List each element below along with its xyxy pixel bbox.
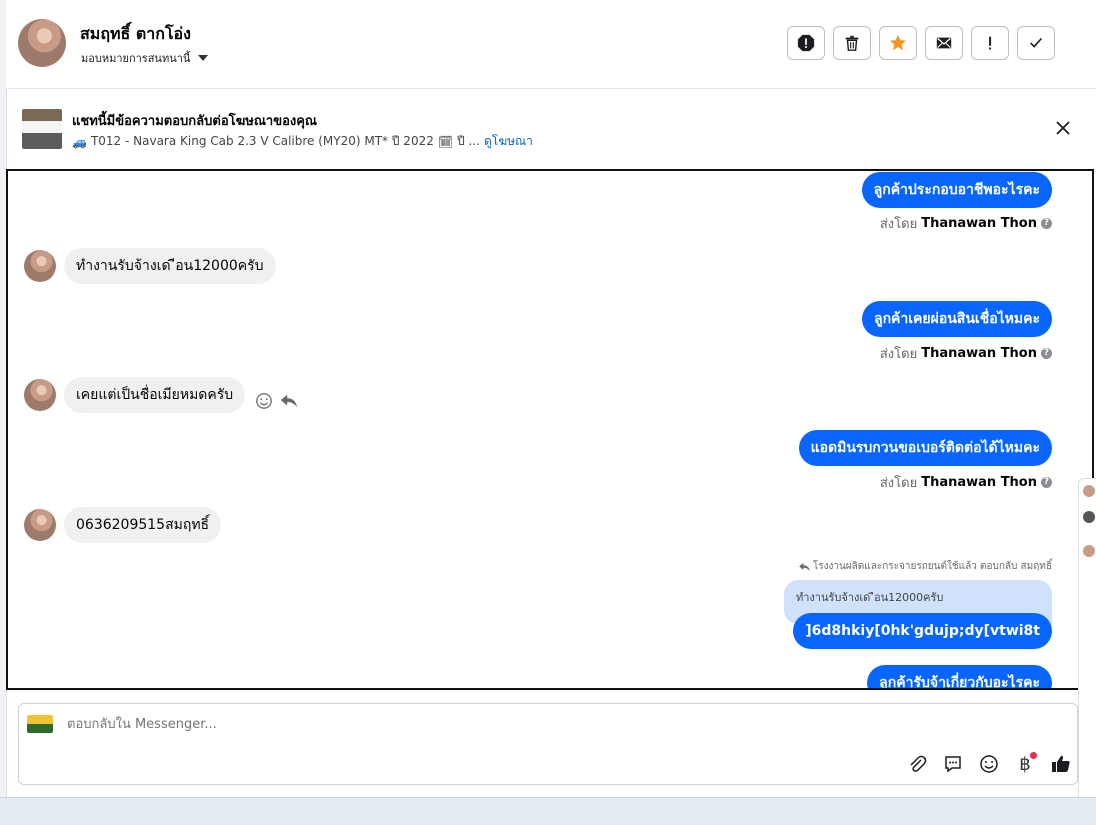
check-icon [1030,37,1043,48]
attach-button[interactable] [905,752,929,776]
contact-name[interactable]: สมฤทธิ์ ตากโอ่ง [80,22,191,47]
emoji-icon [980,755,998,773]
view-ad-link[interactable]: ดูโฆษณา [484,132,533,151]
incoming-message[interactable]: ทำงานรับจ้างเด ือน12000ครับ [64,248,276,284]
contact-avatar[interactable] [18,19,66,67]
message-hover-actions [255,392,299,410]
assign-label: มอบหมายการสนทนานี้ [81,52,191,65]
sent-by-name: Thanawan Thon [921,216,1037,231]
star-icon [889,34,907,51]
like-button[interactable] [1049,752,1073,776]
mark-unread-button[interactable] [925,26,963,60]
chevron-down-icon [198,55,209,61]
incoming-message-row: เคยแต่เป็นชื่อเมียหมดครับ [24,377,299,413]
contact-avatar-small [24,509,56,541]
calendar-emoji-icon: 🗓 [437,134,454,149]
side-avatar[interactable] [1083,485,1095,497]
saved-replies-button[interactable] [941,752,965,776]
close-icon[interactable] [1053,118,1073,138]
thumbs-up-icon [1052,755,1070,772]
header-actions [787,26,1055,60]
reply-input[interactable] [65,716,969,733]
incoming-message[interactable]: เคยแต่เป็นชื่อเมียหมดครับ [64,377,246,413]
mail-icon [936,37,952,49]
exclamation-icon [989,36,992,50]
spam-icon [797,34,815,52]
reply-context-text: โรงงานผลิตและกระจายรถยนต์ใช้แล้ว ตอบกลับ… [812,561,1052,572]
ad-product-text: T012 - Navara King Cab 2.3 V Calibre (MY… [90,134,434,148]
message-thread[interactable]: ลูกค้าประกอบอาชีพอะไรคะ ส่งโดย Thanawan … [6,169,1094,690]
reply-icon[interactable] [279,392,299,410]
sent-by-prefix: ส่งโดย [879,476,918,491]
help-icon[interactable]: ? [1041,218,1052,229]
contact-avatar-small [24,250,56,282]
delete-button[interactable] [833,26,871,60]
outgoing-message[interactable]: แอดมินรบกวนขอเบอร์ติดต่อได้ไหมคะ [798,430,1052,466]
payment-button[interactable]: ฿ [1013,752,1037,776]
emoji-button[interactable] [977,752,1001,776]
ad-thumbnail[interactable] [22,109,62,149]
help-icon[interactable]: ? [1041,477,1052,488]
follow-up-button[interactable] [971,26,1009,60]
sent-by-info: ส่งโดย Thanawan Thon ? [880,343,1052,364]
composer-toolbar: ฿ [905,752,1073,776]
ad-context-subtitle: 🚙 T012 - Navara King Cab 2.3 V Calibre (… [72,132,533,151]
ad-ellipsis: ปี ... [457,134,480,148]
chat-bubble-icon [945,756,961,773]
side-avatar[interactable] [1083,511,1095,523]
outgoing-message[interactable]: ลูกค้ารับจ้าเกี่ยวกับอะไรคะ [867,665,1052,688]
sent-by-info: ส่งโดย Thanawan Thon ? [880,213,1052,234]
page-logo [27,715,53,733]
reply-context: โรงงานผลิตและกระจายรถยนต์ใช้แล้ว ตอบกลับ… [798,559,1052,574]
side-panel-collapsed[interactable] [1078,478,1096,810]
mark-spam-button[interactable] [787,26,825,60]
react-emoji-icon[interactable] [255,392,273,410]
assign-conversation-dropdown[interactable]: มอบหมายการสนทนานี้ [81,49,209,67]
trash-icon [845,35,859,51]
help-icon[interactable]: ? [1041,348,1052,359]
notification-dot [1030,752,1037,759]
sent-by-prefix: ส่งโดย [879,347,918,362]
car-emoji-icon: 🚙 [72,134,87,149]
sent-by-name: Thanawan Thon [921,346,1037,361]
incoming-message-row: 0636209515สมฤทธิ์ [24,507,222,543]
side-avatar[interactable] [1083,545,1095,557]
outgoing-message[interactable]: ลูกค้าเคยผ่อนสินเชื่อไหมคะ [861,301,1052,337]
sent-by-name: Thanawan Thon [921,475,1037,490]
mark-done-button[interactable] [1017,26,1055,60]
baht-icon: ฿ [1019,753,1031,775]
incoming-message[interactable]: 0636209515สมฤทธิ์ [64,507,222,543]
outgoing-message[interactable]: ลูกค้าประกอบอาชีพอะไรคะ [861,172,1052,208]
sent-by-prefix: ส่งโดย [879,217,918,232]
outgoing-message[interactable]: ]6d8hkiy[0hk'gdujp;dy[vtwi8t [793,613,1052,649]
bottom-strip [0,797,1096,825]
message-composer: ฿ [18,703,1078,785]
conversation-header: สมฤทธิ์ ตากโอ่ง มอบหมายการสนทนานี้ [6,0,1096,89]
ad-context-bar: แชทนี้มีข้อความตอบกลับต่อโฆษณาของคุณ 🚙 T… [6,90,1096,168]
contact-avatar-small [24,379,56,411]
reply-arrow-icon [799,562,810,571]
sent-by-info: ส่งโดย Thanawan Thon ? [880,472,1052,493]
incoming-message-row: ทำงานรับจ้างเด ือน12000ครับ [24,248,276,284]
paperclip-icon [910,755,927,772]
ad-context-title: แชทนี้มีข้อความตอบกลับต่อโฆษณาของคุณ [72,114,317,129]
star-button[interactable] [879,26,917,60]
